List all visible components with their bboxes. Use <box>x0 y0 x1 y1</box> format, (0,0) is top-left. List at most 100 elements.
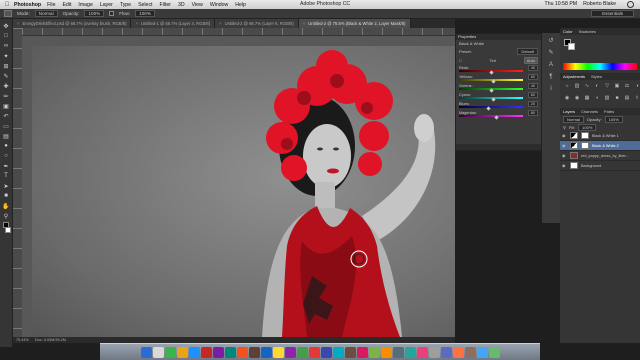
slider-value-input[interactable]: 80 <box>527 110 538 116</box>
tab-untitled-2-layer6[interactable]: × Untitled-2 @ 66.7% (Layer 6, RGB/8) <box>215 19 299 28</box>
dock-app-icon[interactable] <box>164 346 176 358</box>
dock-app-icon[interactable] <box>416 346 428 358</box>
dock-app-icon[interactable] <box>332 346 344 358</box>
dock-app-icon[interactable] <box>236 346 248 358</box>
slider-handle[interactable] <box>494 115 499 120</box>
photo-artwork[interactable] <box>32 46 455 337</box>
type-icon[interactable]: T <box>2 172 10 180</box>
dock-app-icon[interactable] <box>152 346 164 358</box>
opacity-input[interactable]: 100% <box>84 10 105 17</box>
path-select-icon[interactable]: ➤ <box>2 182 10 190</box>
dock-app-icon[interactable] <box>392 346 404 358</box>
workspace-switcher[interactable]: Essentials <box>591 10 634 17</box>
info-icon[interactable]: i <box>547 85 556 94</box>
healing-icon[interactable]: ✚ <box>2 82 10 90</box>
lasso-icon[interactable]: ∞ <box>2 42 10 50</box>
tab-swatches[interactable]: Swatches <box>579 28 596 35</box>
pen-icon[interactable]: ✒ <box>2 162 10 170</box>
layer-mask-thumbnail[interactable] <box>581 142 589 149</box>
layer-fill-input[interactable]: 100% <box>578 123 597 131</box>
menu-window[interactable]: Window <box>210 2 228 8</box>
marquee-icon[interactable]: □ <box>2 32 10 40</box>
zoom-level[interactable]: 75.44% <box>16 337 29 343</box>
menu-help[interactable]: Help <box>235 2 246 8</box>
character-icon[interactable]: A <box>547 61 556 70</box>
layer-row[interactable]: ◉ Black & White 1 <box>560 131 640 141</box>
tab-layers[interactable]: Layers <box>563 108 575 115</box>
crop-icon[interactable]: ⊞ <box>2 62 10 70</box>
blur-icon[interactable]: ● <box>2 142 10 150</box>
dock-app-icon[interactable] <box>212 346 224 358</box>
slider-value-input[interactable]: 40 <box>527 65 538 71</box>
zoom-icon[interactable]: ⚲ <box>2 212 10 220</box>
eye-icon[interactable]: ◉ <box>562 153 567 158</box>
vibrance-icon[interactable]: ▽ <box>603 83 611 94</box>
layer-row[interactable]: ◉ Black & White 2 <box>560 141 640 151</box>
photo-filter-icon[interactable]: ◉ <box>563 95 571 106</box>
dock-app-icon[interactable] <box>356 346 368 358</box>
blend-mode-select[interactable]: Normal <box>563 115 584 123</box>
invert-icon[interactable]: ◖ <box>593 95 601 106</box>
flow-input[interactable]: 100% <box>135 10 155 17</box>
document-canvas[interactable] <box>22 36 455 337</box>
tab-paths[interactable]: Paths <box>604 108 614 115</box>
selective-color-icon[interactable]: ◊ <box>633 95 640 106</box>
dock-app-icon[interactable] <box>440 346 452 358</box>
apple-icon[interactable]:  <box>0 2 14 8</box>
spotlight-icon[interactable] <box>627 1 634 8</box>
hue-icon[interactable]: ▣ <box>613 83 621 94</box>
levels-icon[interactable]: ▥ <box>573 83 581 94</box>
tab-color[interactable]: Color <box>563 28 573 35</box>
color-balance-icon[interactable]: ⚖ <box>623 83 631 94</box>
eye-icon[interactable]: ◉ <box>562 133 567 138</box>
gradient-icon[interactable]: ▤ <box>2 132 10 140</box>
slider-value-input[interactable]: 60 <box>527 92 538 98</box>
slider-value-input[interactable]: 60 <box>527 74 538 80</box>
channel-mixer-icon[interactable]: ◉ <box>573 95 581 106</box>
gradient-map-icon[interactable]: ▤ <box>623 95 631 106</box>
tab-adjustments[interactable]: Adjustments <box>563 73 585 80</box>
menu-select[interactable]: Select <box>138 2 152 8</box>
menu-3d[interactable]: 3D <box>178 2 185 8</box>
background-color-swatch[interactable] <box>5 227 11 233</box>
app-menu[interactable]: Photoshop <box>14 2 41 8</box>
dock-app-icon[interactable] <box>284 346 296 358</box>
user-name[interactable]: Roberto Blake <box>583 1 616 7</box>
hand-icon[interactable]: ✋ <box>2 202 10 210</box>
dock-app-icon[interactable] <box>200 346 212 358</box>
pressure-opacity-toggle[interactable] <box>109 11 115 16</box>
menu-type[interactable]: Type <box>120 2 131 8</box>
dock-app-icon[interactable] <box>140 346 152 358</box>
eyedropper-icon[interactable]: ✎ <box>2 72 10 80</box>
tab-energydrink[interactable]: × EnergyDrinkEffect.psd @ 66.7% (overlay… <box>13 19 132 28</box>
dock-app-icon[interactable] <box>368 346 380 358</box>
menu-image[interactable]: Image <box>78 2 92 8</box>
dock-app-icon[interactable] <box>308 346 320 358</box>
color-lookup-icon[interactable]: ▦ <box>583 95 591 106</box>
brush-icon[interactable]: ✏ <box>2 92 10 100</box>
close-icon[interactable]: × <box>17 19 19 28</box>
clock[interactable]: Thu 10:58 PM <box>545 1 578 7</box>
dock-app-icon[interactable] <box>176 346 188 358</box>
dock-app-icon[interactable] <box>260 346 272 358</box>
dock-app-icon[interactable] <box>488 346 500 358</box>
brush-presets-icon[interactable]: ✎ <box>547 49 556 58</box>
menu-view[interactable]: View <box>192 2 203 8</box>
slider-value-input[interactable]: 20 <box>527 101 538 107</box>
history-icon[interactable]: ↺ <box>547 37 556 46</box>
tint-checkbox[interactable]: □ <box>459 58 461 63</box>
history-brush-icon[interactable]: ↶ <box>2 112 10 120</box>
dock-app-icon[interactable] <box>428 346 440 358</box>
background-color[interactable] <box>568 43 575 50</box>
dock-app-icon[interactable] <box>344 346 356 358</box>
close-icon[interactable]: × <box>219 19 221 28</box>
layer-row[interactable]: ◉ Background <box>560 161 640 171</box>
color-spectrum[interactable] <box>563 63 637 70</box>
eraser-icon[interactable]: ▭ <box>2 122 10 130</box>
dock-app-icon[interactable] <box>380 346 392 358</box>
black-white-icon[interactable]: ◑ <box>633 83 640 94</box>
dodge-icon[interactable]: ○ <box>2 152 10 160</box>
dock-app-icon[interactable] <box>464 346 476 358</box>
lock-icon[interactable]: ⚲ <box>563 125 566 130</box>
dock-app-icon[interactable] <box>248 346 260 358</box>
